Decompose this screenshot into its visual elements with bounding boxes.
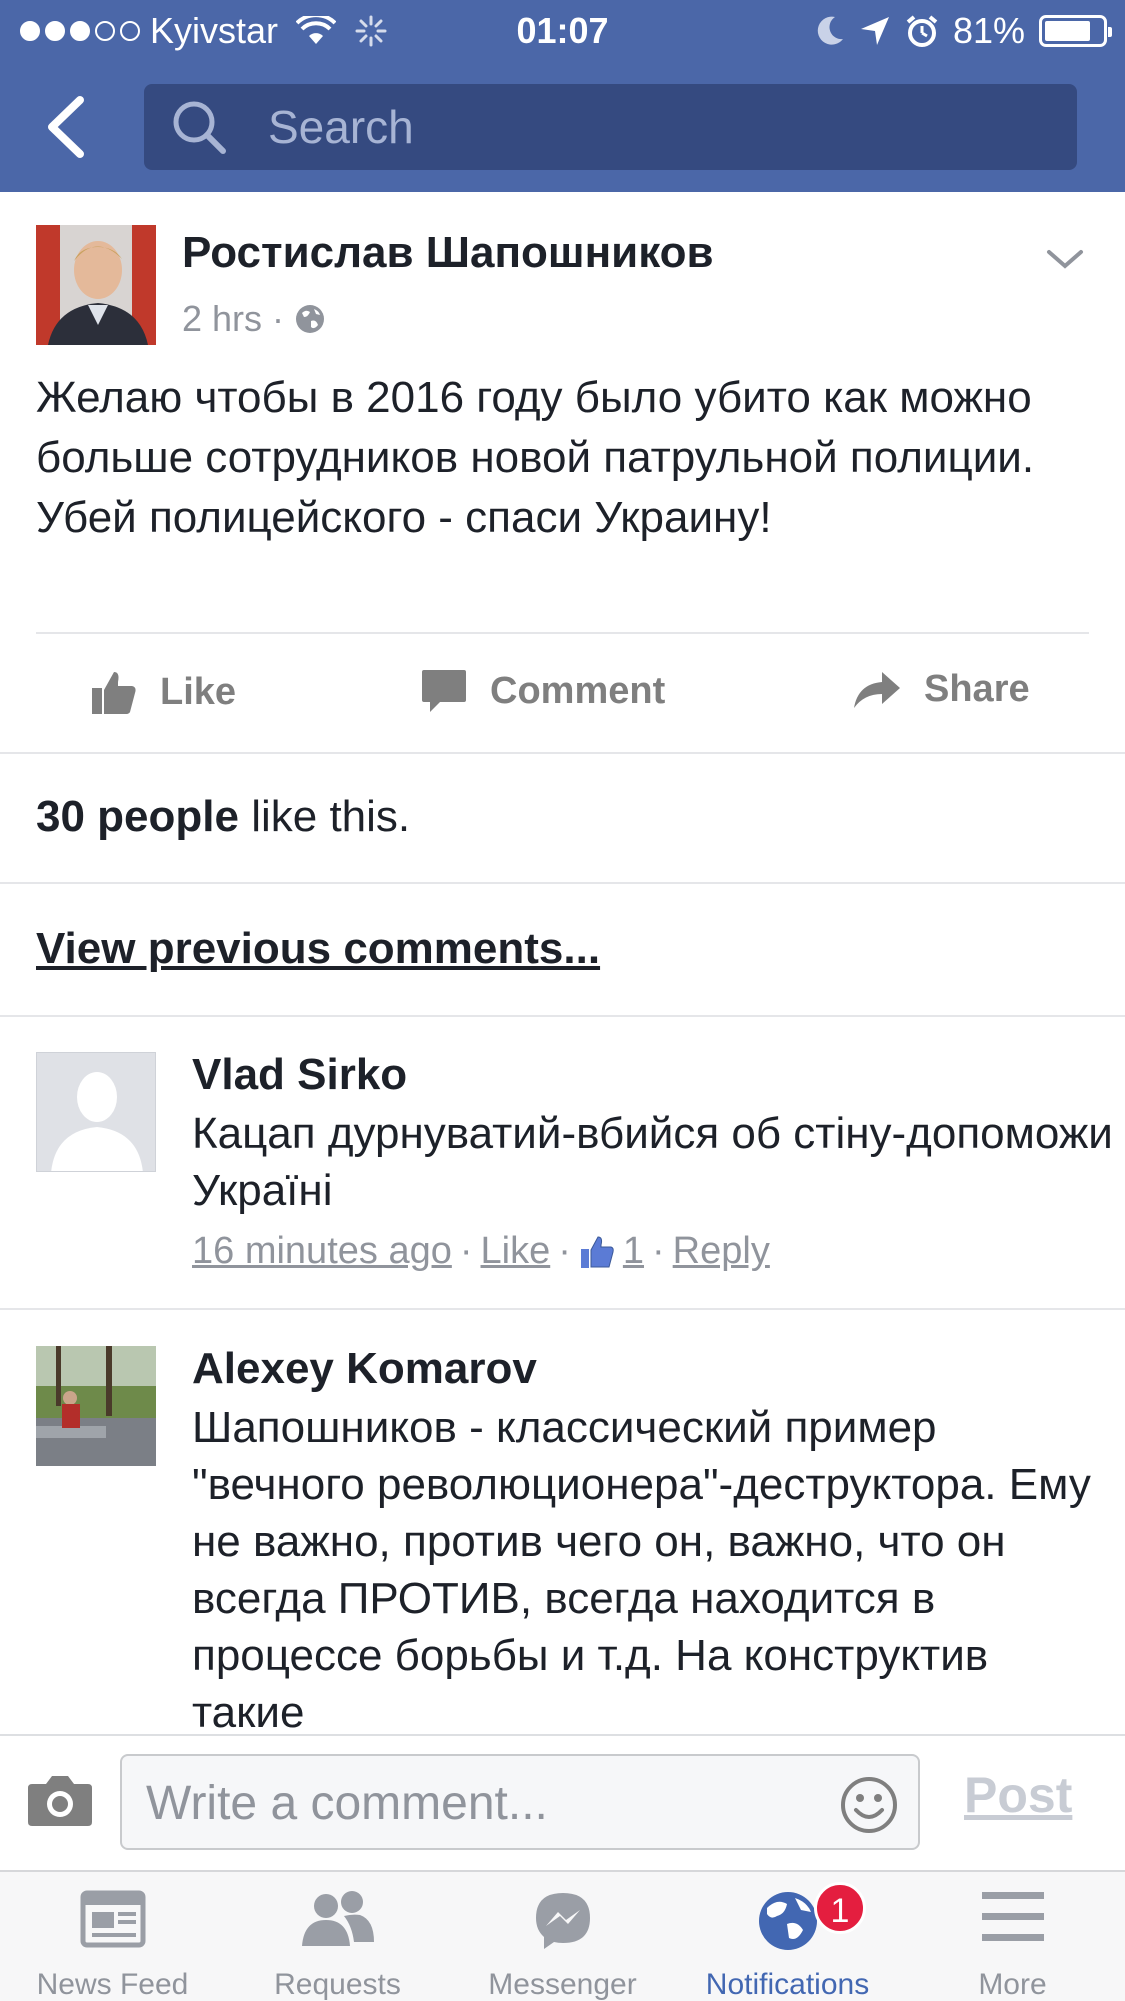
post-author-name[interactable]: Ростислав Шапошников <box>182 228 714 278</box>
tab-news-feed[interactable]: News Feed <box>0 1872 225 2001</box>
comment-button[interactable]: Comment <box>420 668 665 714</box>
nav-header: Kyivstar 01:07 81% Search <box>0 0 1125 192</box>
tab-requests[interactable]: Requests <box>225 1872 450 2001</box>
comment-input[interactable] <box>146 1776 826 1831</box>
comment-like-count[interactable]: 1 <box>623 1230 644 1273</box>
tab-messenger[interactable]: Messenger <box>450 1872 675 2001</box>
battery-icon <box>1039 15 1112 47</box>
comment-bubble-icon <box>422 670 466 712</box>
thumbs-up-icon <box>580 1235 614 1268</box>
comment-meta: 16 minutes ago · Like · 1 · Reply <box>192 1230 770 1273</box>
comment-text: Кацап дурнуватий-вбийся об стіну-допомож… <box>192 1109 1113 1215</box>
search-bar[interactable] <box>144 84 1077 170</box>
tab-label: More <box>978 1968 1047 2001</box>
tab-label: Messenger <box>488 1968 637 2001</box>
news-feed-icon <box>80 1890 145 1948</box>
status-bar: Kyivstar 01:07 81% <box>0 0 1125 62</box>
share-button[interactable]: Share <box>852 668 1030 711</box>
tab-bar: News Feed Requests Messenger Notificatio… <box>0 1870 1125 2001</box>
meta-separator: · <box>272 298 285 339</box>
divider <box>0 1015 1125 1017</box>
share-arrow-icon <box>854 671 900 708</box>
meta-separator: · <box>652 1230 665 1272</box>
tab-more[interactable]: More <box>900 1872 1125 2001</box>
like-label: Like <box>160 670 237 713</box>
menu-icon <box>981 1892 1044 1941</box>
likes-suffix: like this. <box>238 792 411 841</box>
comment-label: Comment <box>490 669 666 712</box>
camera-icon[interactable] <box>26 1772 94 1828</box>
post-timestamp[interactable]: 2 hrs <box>182 298 262 340</box>
divider <box>0 752 1125 754</box>
post-options-chevron-icon[interactable] <box>1045 244 1085 274</box>
friend-requests-icon <box>301 1891 374 1946</box>
comment-composer: Post <box>0 1734 1125 1870</box>
back-button[interactable] <box>38 92 98 162</box>
search-input[interactable] <box>268 100 1028 154</box>
globe-icon <box>296 305 325 333</box>
tab-label: Requests <box>274 1968 401 2001</box>
divider <box>0 1308 1125 1310</box>
tab-label: Notifications <box>705 1968 870 2001</box>
emoji-icon[interactable] <box>840 1776 898 1834</box>
globe-icon <box>758 1892 817 1950</box>
likes-count: 30 people <box>36 792 239 841</box>
messenger-icon <box>535 1893 590 1949</box>
share-label: Share <box>924 668 1030 710</box>
divider <box>36 632 1089 634</box>
comment-like-link[interactable]: Like <box>481 1230 551 1273</box>
notification-badge: 1 <box>814 1882 866 1934</box>
view-previous-comments-link[interactable]: View previous comments... <box>36 924 600 974</box>
post-meta: 2 hrs · <box>182 298 326 340</box>
tab-notifications[interactable]: Notifications <box>675 1872 900 2001</box>
battery-percent: 81% <box>952 10 1025 51</box>
meta-separator: · <box>459 1230 473 1272</box>
author-avatar[interactable] <box>36 225 156 345</box>
search-icon <box>173 101 226 154</box>
location-arrow-icon <box>860 17 889 45</box>
thumbs-up-icon <box>92 672 136 714</box>
likes-summary[interactable]: 30 people like this. <box>36 792 410 842</box>
do-not-disturb-icon <box>817 16 843 45</box>
post-body: Желаю чтобы в 2016 году было убито как м… <box>36 373 1035 542</box>
like-button[interactable]: Like <box>90 668 236 716</box>
alarm-clock-icon <box>906 15 938 47</box>
meta-separator: · <box>558 1230 571 1272</box>
battery-fill <box>1045 21 1091 41</box>
post-comment-button[interactable]: Post <box>964 1766 1072 1824</box>
commenter-avatar[interactable] <box>36 1346 156 1466</box>
commenter-avatar[interactable] <box>36 1052 156 1172</box>
comment-reply-link[interactable]: Reply <box>673 1230 770 1273</box>
comment-author-name[interactable]: Alexey Komarov <box>192 1344 537 1394</box>
tab-label: News Feed <box>36 1968 189 2001</box>
comment-author-name[interactable]: Vlad Sirko <box>192 1050 407 1100</box>
divider <box>0 882 1125 884</box>
comment-field[interactable] <box>120 1754 920 1850</box>
post-actions: Like Comment Share <box>0 640 1125 750</box>
comment-timestamp[interactable]: 16 minutes ago <box>192 1230 452 1273</box>
comment-text: Шапошников - классический пример "вечног… <box>192 1403 1091 1737</box>
